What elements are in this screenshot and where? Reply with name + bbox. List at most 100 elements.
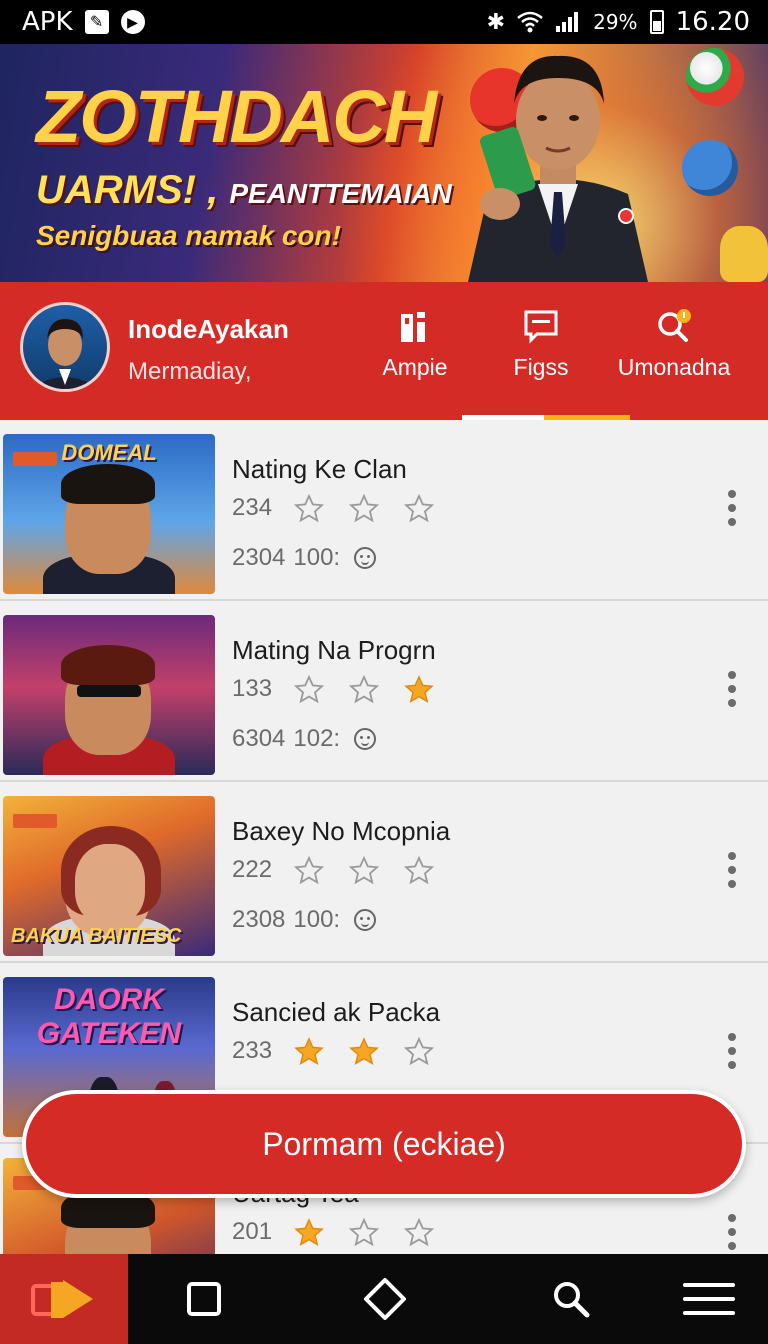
item-meta: 6304 102:: [232, 725, 377, 753]
tab-figss[interactable]: Figss: [500, 308, 582, 381]
meta-b: 102:: [293, 725, 341, 752]
tab-label: Ampie: [382, 354, 448, 380]
list-item[interactable]: Mating Na Progrn 133 6304 102:: [0, 601, 768, 782]
item-meta: 2308 100:: [232, 906, 377, 934]
nav-menu[interactable]: [664, 1254, 754, 1344]
battery-percent: 29%: [593, 10, 638, 34]
diamond-icon: [364, 1278, 406, 1320]
status-app-label: APK: [22, 7, 73, 37]
chart-icon: [401, 312, 425, 342]
star-empty-icon[interactable]: [349, 675, 379, 703]
star-filled-icon[interactable]: [294, 1218, 324, 1246]
item-rating: 201: [232, 1218, 459, 1246]
tab-ampie[interactable]: Ampie: [372, 308, 458, 381]
item-title: Nating Ke Clan: [232, 454, 407, 484]
star-empty-icon[interactable]: [404, 1218, 434, 1246]
item-title: Mating Na Progrn: [232, 635, 436, 665]
rating-count: 233: [232, 1037, 273, 1064]
star-empty-icon[interactable]: [349, 494, 379, 522]
tab-umonadna[interactable]: Umonadna: [614, 308, 734, 381]
smiley-icon: [354, 909, 377, 931]
square-icon: [187, 1282, 221, 1316]
meta-a: 6304: [232, 725, 286, 752]
item-meta: 2304 100:: [232, 544, 377, 572]
item-title: Sancied ak Packa: [232, 997, 441, 1027]
app-logo-icon: [31, 1280, 93, 1318]
star-empty-icon[interactable]: [294, 856, 324, 884]
smiley-icon: [354, 728, 377, 750]
star-filled-icon[interactable]: [349, 1037, 379, 1065]
rating-count: 234: [232, 494, 273, 521]
user-name: InodeAyakan: [128, 314, 289, 344]
thumbnail-logo: DOMEAL: [61, 440, 157, 465]
avatar[interactable]: [20, 302, 110, 392]
star-empty-icon[interactable]: [404, 1037, 434, 1065]
wifi-icon: [517, 11, 543, 33]
promo-banner[interactable]: ZOTHDACH UARMS! , PEANTTEMAIAN Senigbuaa…: [0, 44, 768, 282]
star-filled-icon[interactable]: [294, 1037, 324, 1065]
game-thumbnail: DOMEAL: [3, 434, 215, 594]
app-screen: APK ✎ ▶ ✱ 29% 16.20 ZOTHDACH UARMS! , PE…: [0, 0, 768, 1344]
thumbnail-tag: [13, 814, 57, 828]
star-empty-icon[interactable]: [404, 856, 434, 884]
bluetooth-icon: ✱: [486, 9, 506, 34]
star-empty-icon[interactable]: [404, 494, 434, 522]
search-badge-icon: [658, 309, 691, 342]
meta-b: 100:: [293, 544, 341, 571]
star-empty-icon[interactable]: [294, 494, 324, 522]
nav-home[interactable]: [0, 1254, 128, 1344]
profile-header: InodeAyakan Mermadiay, Ampie Figss Umona…: [0, 282, 768, 420]
rating-count: 133: [232, 675, 273, 702]
star-empty-icon[interactable]: [294, 675, 324, 703]
more-options-icon[interactable]: [728, 852, 738, 892]
game-thumbnail: [3, 615, 215, 775]
chat-icon: [524, 310, 558, 344]
item-rating: 133: [232, 675, 459, 703]
menu-icon: [683, 1283, 735, 1315]
user-subtitle: Mermadiay,: [128, 358, 252, 385]
banner-subtitle-main: UARMS! ,: [36, 168, 219, 212]
banner-subtitle-small: PEANTTEMAIAN: [229, 178, 452, 209]
search-icon: [554, 1282, 590, 1318]
rating-count: 222: [232, 856, 273, 883]
nav-search[interactable]: [526, 1254, 616, 1344]
thumbnail-logo: BAKUA BAITIESC: [11, 925, 182, 947]
battery-icon: [649, 10, 664, 34]
item-rating: 234: [232, 494, 459, 522]
list-item[interactable]: BAKUA BAITIESC Baxey No Mcopnia 222 2308…: [0, 782, 768, 963]
nav-square[interactable]: [160, 1254, 248, 1344]
meta-b: 100:: [293, 906, 341, 933]
item-rating: 222: [232, 856, 459, 884]
primary-action-button[interactable]: Pormam (eckiae): [22, 1090, 746, 1198]
rating-count: 201: [232, 1218, 273, 1245]
ball-icon: [686, 48, 744, 106]
tab-label: Umonadna: [617, 354, 731, 380]
nav-diamond[interactable]: [340, 1254, 430, 1344]
meta-a: 2304: [232, 544, 286, 571]
game-thumbnail: BAKUA BAITIESC: [3, 796, 215, 956]
tab-label: Figss: [513, 354, 569, 380]
banner-character-image: [468, 55, 648, 282]
status-bar: APK ✎ ▶ ✱ 29% 16.20: [0, 0, 768, 44]
list-item[interactable]: DOMEAL Nating Ke Clan 234 2304 100:: [0, 420, 768, 601]
thumbnail-logo: DAORK GATEKEN: [36, 983, 182, 1050]
more-options-icon[interactable]: [728, 490, 738, 530]
more-options-icon[interactable]: [728, 1214, 738, 1254]
media-circle-icon: ▶: [120, 10, 145, 34]
star-empty-icon[interactable]: [349, 1218, 379, 1246]
bottom-navigation: [0, 1254, 768, 1344]
banner-tagline: Senigbuaa namak con!: [36, 220, 341, 251]
status-time: 16.20: [675, 7, 750, 37]
star-filled-icon[interactable]: [404, 675, 434, 703]
item-title: Baxey No Mcopnia: [232, 816, 451, 846]
blue-creature-icon: [682, 140, 738, 196]
meta-a: 2308: [232, 906, 286, 933]
more-options-icon[interactable]: [728, 1033, 738, 1073]
star-empty-icon[interactable]: [349, 856, 379, 884]
yellow-creature-icon: [720, 226, 768, 282]
banner-subtitle: UARMS! , PEANTTEMAIAN: [36, 168, 452, 213]
item-rating: 233: [232, 1037, 459, 1065]
signal-icon: [556, 12, 579, 32]
banner-title: ZOTHDACH: [36, 75, 437, 158]
more-options-icon[interactable]: [728, 671, 738, 711]
